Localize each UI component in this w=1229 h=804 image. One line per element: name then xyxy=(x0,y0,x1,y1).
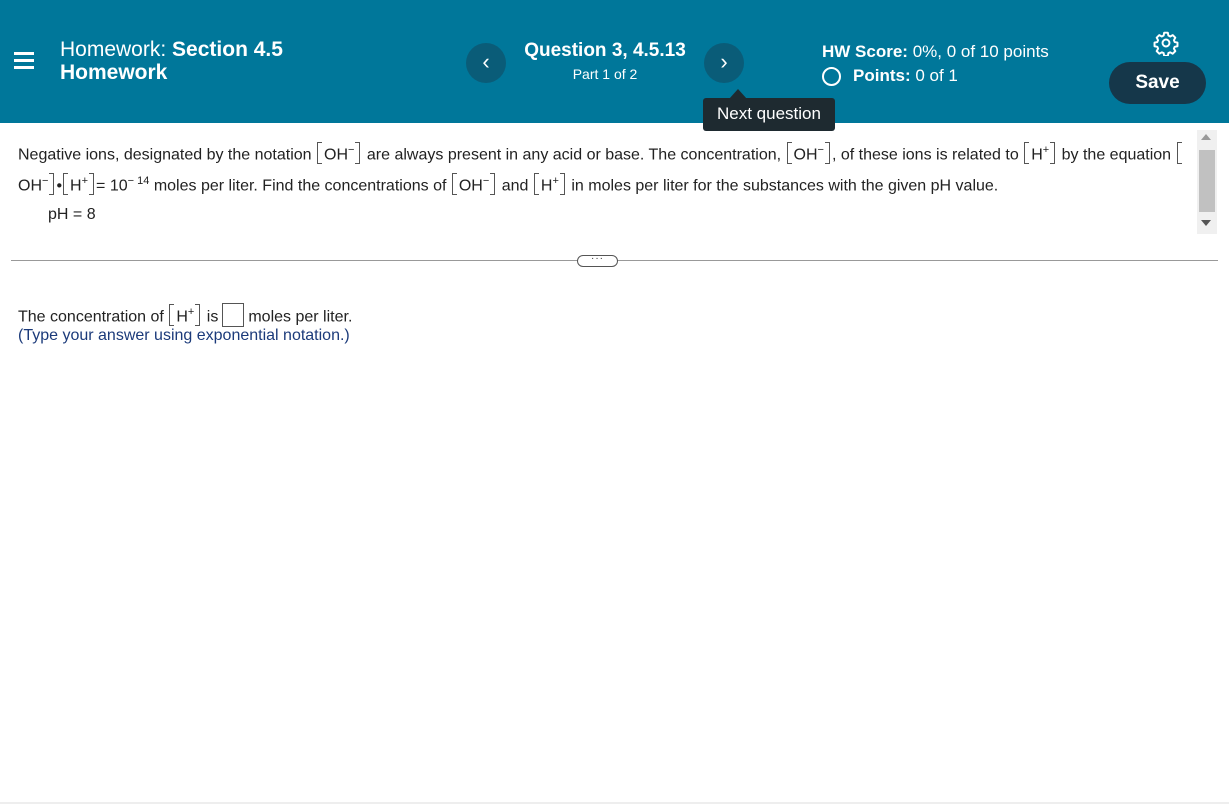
title-section: Section 4.5 xyxy=(172,38,283,61)
oh-symbol: OH xyxy=(793,146,818,164)
header-bar: Homework: Section 4.5 Homework ‹ Questio… xyxy=(0,0,1229,123)
h-symbol: H xyxy=(1031,146,1043,164)
bracket-left xyxy=(533,173,539,196)
bracket-left xyxy=(169,304,175,327)
question-part-6: in moles per liter for the substances wi… xyxy=(571,177,999,195)
h-symbol: H xyxy=(176,308,188,326)
oh-symbol: OH xyxy=(324,146,348,164)
hw-score-label: HW Score: xyxy=(822,42,908,61)
bracket-left xyxy=(451,173,457,196)
question-part-4: by the equation xyxy=(1061,146,1172,164)
plus-sup: + xyxy=(552,175,559,188)
bracket-right xyxy=(195,304,201,327)
minus-sup: − xyxy=(817,144,824,156)
next-question-button[interactable]: › xyxy=(704,43,744,83)
question-and: and xyxy=(501,177,529,195)
save-button[interactable]: Save xyxy=(1109,62,1206,104)
minus-sup: − xyxy=(482,175,490,188)
answer-text-2: moles per liter. xyxy=(248,308,353,326)
question-part-3: , of these ions is related to xyxy=(831,146,1019,164)
bracket-right xyxy=(490,173,496,196)
scroll-down-arrow-icon[interactable] xyxy=(1201,220,1211,226)
oh-symbol: OH xyxy=(458,177,483,195)
question-part-5: moles per liter. Find the concentrations… xyxy=(153,177,447,195)
equals-ten: = 10 xyxy=(96,177,128,195)
menu-icon[interactable] xyxy=(14,50,34,70)
question-part: Part 1 of 2 xyxy=(572,66,638,82)
answer-input[interactable] xyxy=(222,303,245,328)
plus-sup: + xyxy=(81,175,89,188)
bracket-right xyxy=(89,173,95,196)
question-part-1: Negative ions, designated by the notatio… xyxy=(18,146,312,164)
bracket-left xyxy=(1024,142,1030,165)
question-title: Question 3, 4.5.13 Part 1 of 2 xyxy=(500,40,710,82)
chevron-left-icon: ‹ xyxy=(482,49,490,74)
scroll-up-arrow-icon[interactable] xyxy=(1201,134,1211,140)
h-symbol: H xyxy=(70,177,82,195)
minus-sup: − xyxy=(42,175,49,188)
title-line2: Homework xyxy=(60,61,168,84)
bracket-left xyxy=(63,173,69,196)
points-label: Points: xyxy=(853,66,911,85)
title-prefix: Homework: xyxy=(60,38,167,61)
answer-hint: (Type your answer using exponential nota… xyxy=(18,327,350,344)
bracket-left xyxy=(317,142,322,165)
bracket-left xyxy=(1176,142,1182,165)
question-text: Negative ions, designated by the notatio… xyxy=(18,137,1188,200)
exponent: − 14 xyxy=(127,175,150,188)
homework-title: Homework: Section 4.5 Homework xyxy=(60,38,283,84)
hw-score-value: 0%, 0 of 10 points xyxy=(912,42,1049,61)
plus-sup: + xyxy=(1042,144,1050,156)
multiply-dot: • xyxy=(56,177,63,195)
bracket-right xyxy=(49,173,55,196)
plus-sup: + xyxy=(187,306,195,318)
question-number: Question 3, 4.5.13 xyxy=(524,40,686,61)
answer-text-1: The concentration of xyxy=(18,308,164,326)
oh-symbol: OH xyxy=(18,177,42,195)
next-question-tooltip: Next question xyxy=(703,89,835,131)
ph-value: pH = 8 xyxy=(48,206,96,223)
scrollbar[interactable] xyxy=(1197,130,1217,234)
score-panel: HW Score: 0%, 0 of 10 points Points: 0 o… xyxy=(822,42,1049,86)
bracket-right xyxy=(1050,142,1056,165)
circle-icon xyxy=(822,66,841,86)
gear-icon[interactable] xyxy=(1153,30,1179,56)
h-symbol: H xyxy=(540,177,553,195)
question-part-2: are always present in any acid or base. … xyxy=(366,146,782,164)
bracket-right xyxy=(355,142,361,165)
answer-is: is xyxy=(206,308,219,326)
bracket-right xyxy=(559,173,565,196)
bracket-left xyxy=(786,142,792,165)
bracket-right xyxy=(824,142,830,165)
points-value: 0 of 1 xyxy=(915,66,958,85)
expand-button[interactable]: ··· xyxy=(577,254,618,267)
chevron-right-icon: › xyxy=(720,49,728,74)
scroll-thumb[interactable] xyxy=(1199,150,1215,212)
minus-sup: − xyxy=(348,144,355,156)
